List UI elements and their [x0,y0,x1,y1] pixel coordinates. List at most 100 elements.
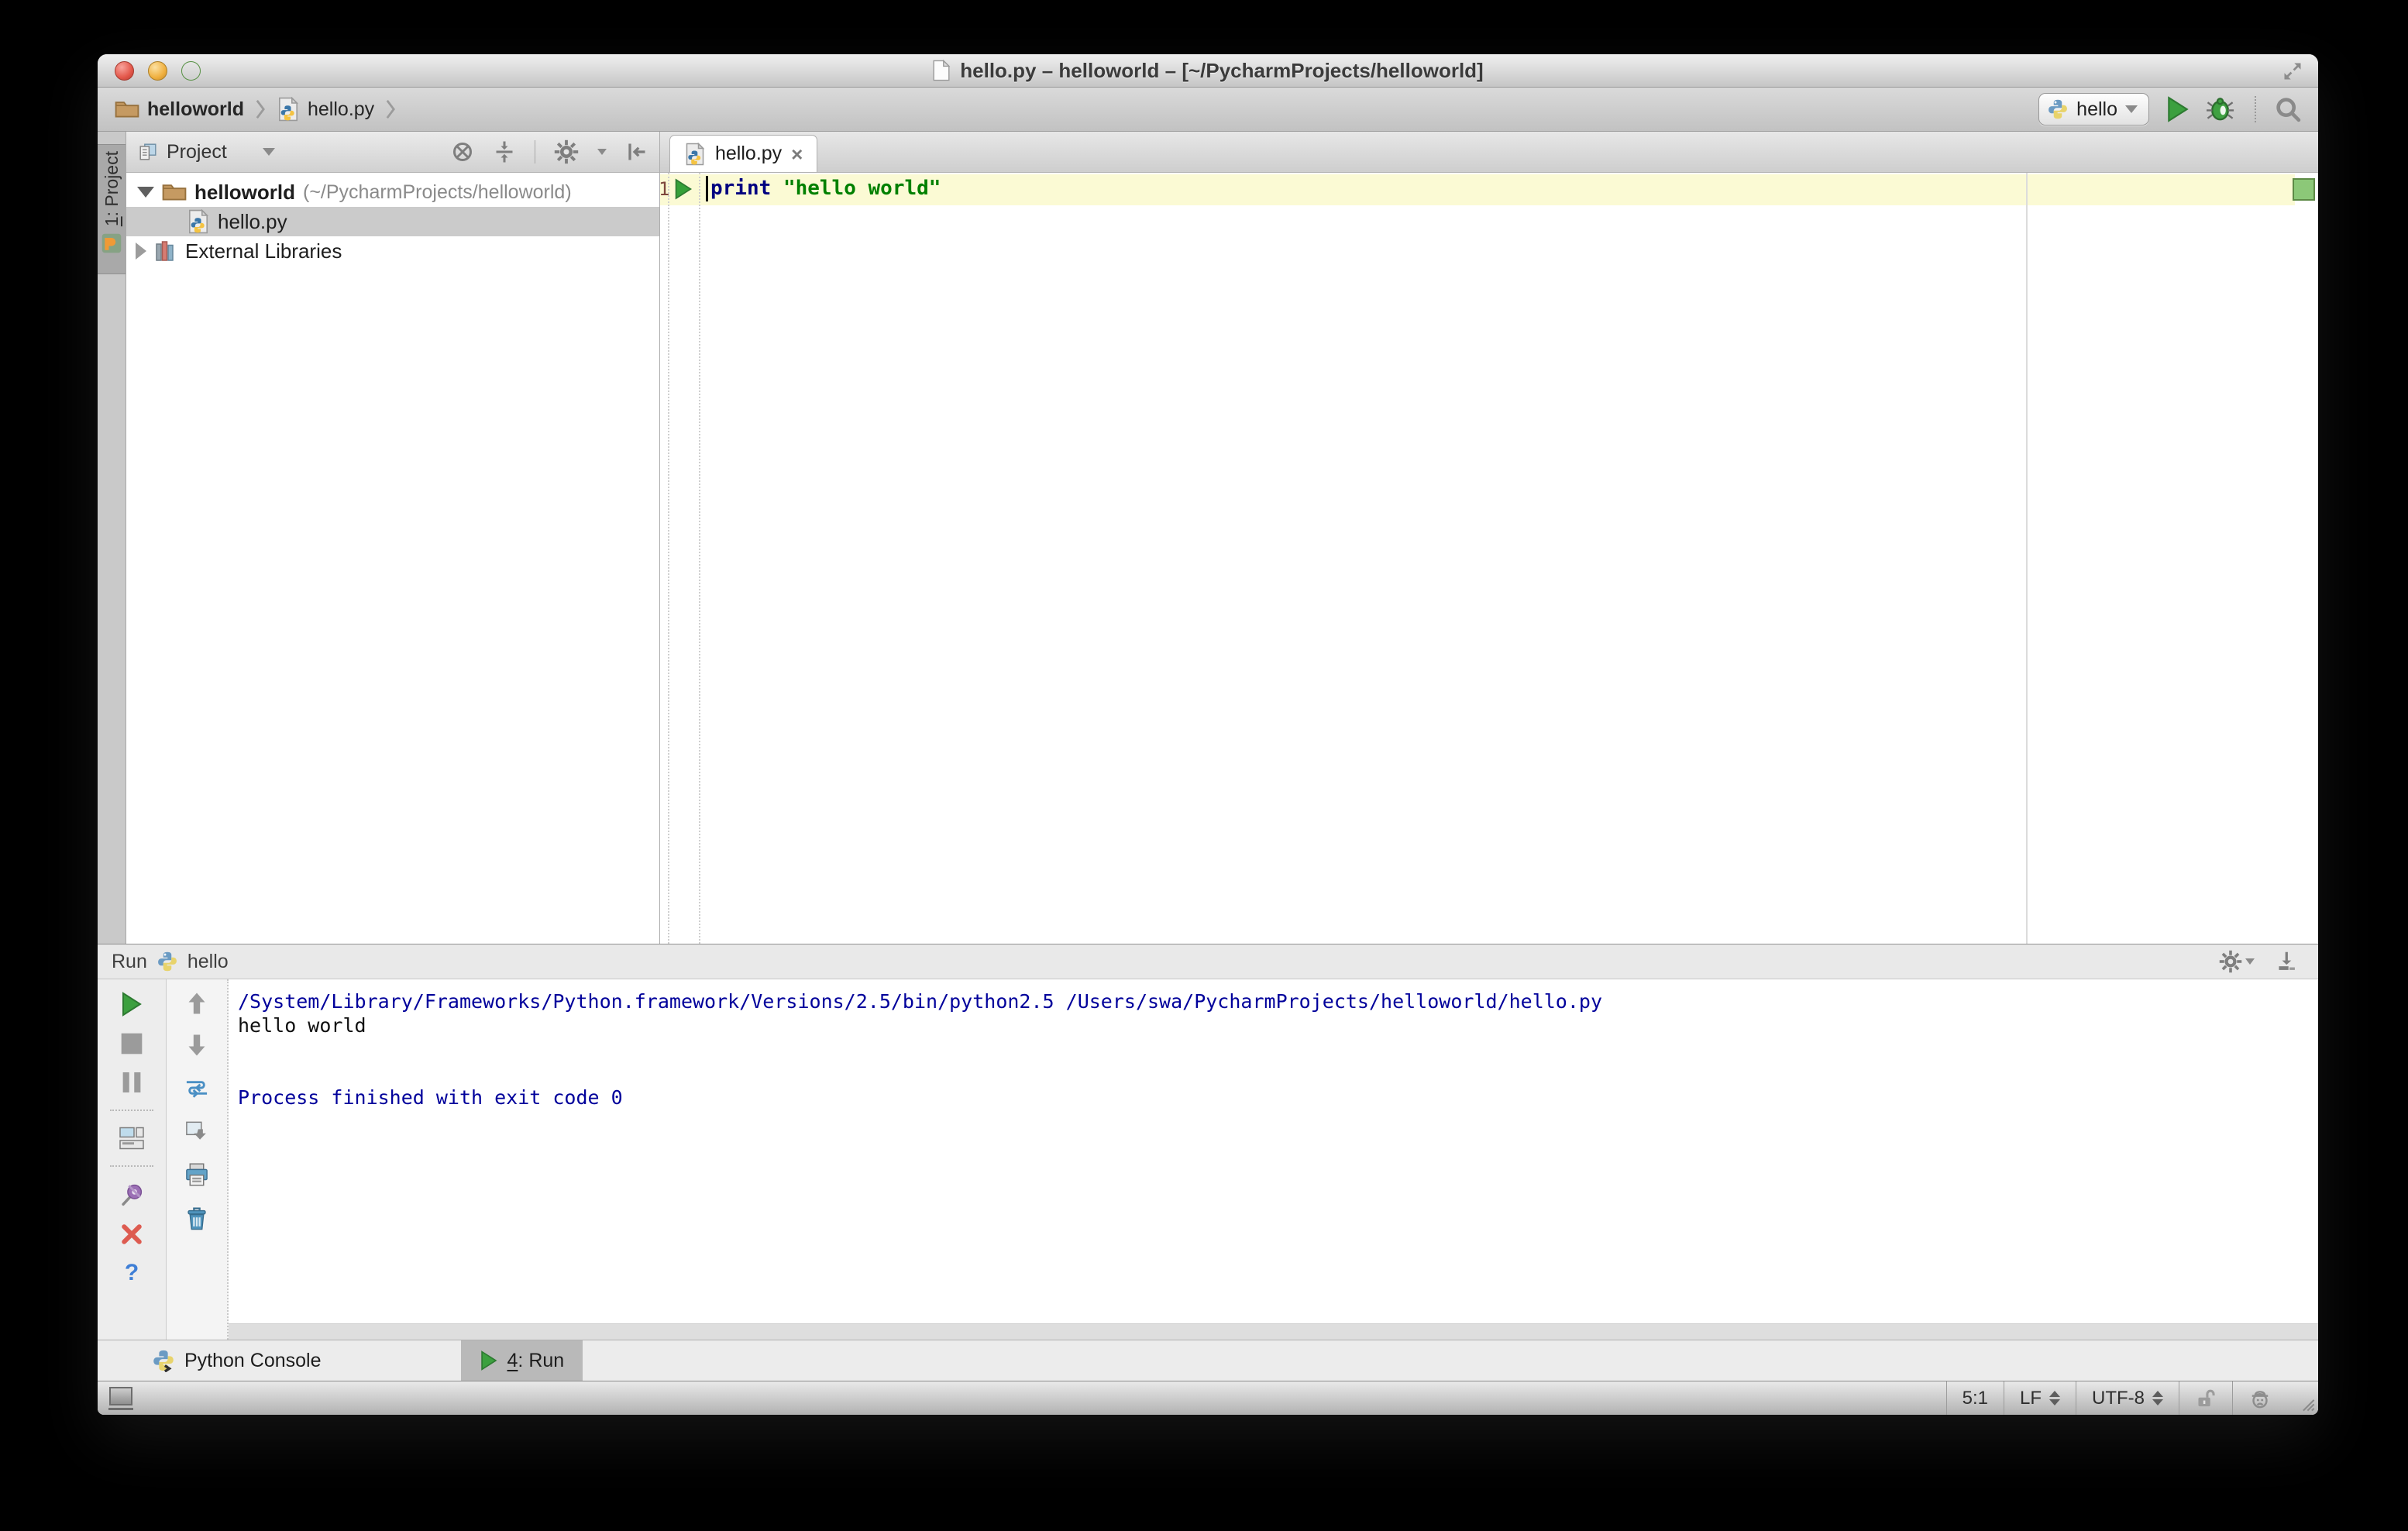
python-console-label: Python Console [184,1349,322,1371]
run-toolbar-primary: ? [98,979,167,1340]
run-panel-body: ? /System/Library/Frameworks/Python.fram… [98,979,2318,1340]
breadcrumb-file[interactable]: hello.py [308,98,374,121]
stop-button[interactable] [120,1032,143,1055]
run-tab-play-icon [480,1350,498,1371]
stripe-button-label: 1: Project [101,151,122,227]
clear-all-icon[interactable] [185,1206,208,1230]
rerun-button[interactable] [120,992,143,1017]
tree-node-path: (~/PycharmProjects/helloworld) [303,181,572,203]
down-stack-trace-icon[interactable] [187,1034,207,1057]
desktop-background: hello.py – helloworld – [~/PycharmProjec… [0,0,2408,1531]
pause-output-button[interactable] [122,1071,142,1094]
restore-layout-button[interactable] [119,1127,145,1150]
python-file-icon [684,142,706,166]
run-tool-window-button[interactable]: 4: Run [460,1340,583,1381]
window-title: hello.py – helloworld – [~/PycharmProjec… [960,58,1484,82]
help-icon[interactable]: ? [125,1261,139,1285]
chevron-separator-icon [385,98,396,121]
main-content-row: 1: Project Project helloworld (~/Pycharm… [98,132,2318,944]
tab-hello-py[interactable]: hello.py × [669,135,818,172]
python-file-icon [277,96,300,122]
gutter-divider [699,173,700,944]
run-panel-header-toolbar [2219,950,2304,973]
traffic-lights [115,54,201,87]
toolbar-separator [110,1110,153,1111]
python-logo-icon [157,951,178,972]
breadcrumb: helloworld hello.py [115,96,399,122]
chevron-down-icon[interactable] [262,148,275,156]
run-config-name: hello [187,950,229,972]
collapse-all-icon[interactable] [493,140,516,163]
python-logo-icon [2047,98,2069,120]
window-expand-icon[interactable] [2281,60,2304,83]
right-margin-guide [2026,173,2028,944]
inspection-status-indicator[interactable] [2293,178,2315,201]
run-configuration-name: hello [2076,98,2117,120]
python-console-button[interactable]: Python Console [133,1340,340,1381]
close-tab-icon[interactable]: × [791,144,803,164]
hide-panel-icon[interactable] [625,140,648,163]
horizontal-scrollbar[interactable] [229,1323,2318,1340]
libraries-icon [154,239,177,263]
code-editor[interactable]: 1 print "hello world" [659,173,2318,944]
lock-widget[interactable] [2179,1381,2232,1415]
run-tool-window: Run hello ? /System/Library/Frameworks/P… [98,944,2318,1340]
window-title-group: hello.py – helloworld – [~/PycharmProjec… [932,58,1484,83]
title-bar[interactable]: hello.py – helloworld – [~/PycharmProjec… [98,54,2318,88]
run-gutter-icon[interactable] [674,178,693,200]
navigation-bar: helloworld hello.py hello [98,88,2318,132]
hector-inspector-icon [2248,1387,2272,1410]
tree-row-project-root[interactable]: helloworld (~/PycharmProjects/helloworld… [126,177,659,207]
console-line: Process finished with exit code 0 [238,1086,623,1109]
toggle-tool-buttons-icon[interactable] [108,1386,133,1410]
collapse-node-icon[interactable] [137,187,154,198]
search-icon[interactable] [2275,96,2301,122]
chevron-separator-icon [255,98,266,121]
encoding-widget[interactable]: UTF-8 [2076,1381,2179,1415]
run-configuration-select[interactable]: hello [2038,93,2149,126]
pycharm-logo-icon [101,232,122,254]
minimize-window-button[interactable] [148,60,167,81]
pycharm-window: hello.py – helloworld – [~/PycharmProjec… [98,54,2318,1415]
console-line: /System/Library/Frameworks/Python.framew… [238,990,1602,1013]
project-tool-window: Project helloworld (~/PycharmProjects/he… [126,132,660,944]
run-console-output[interactable]: /System/Library/Frameworks/Python.framew… [229,979,2318,1340]
run-button[interactable] [2166,96,2190,122]
unlock-icon [2195,1388,2217,1409]
breadcrumb-project[interactable]: helloworld [147,98,244,121]
line-ending-widget[interactable]: LF [2003,1381,2076,1415]
resize-grip[interactable] [2287,1381,2318,1415]
spinner-icon [2152,1391,2163,1405]
expand-node-icon[interactable] [136,243,146,260]
line-number: 1 [659,178,670,200]
tree-node-label: External Libraries [185,239,342,263]
gutter-divider [668,173,669,944]
tab-label: hello.py [715,143,783,164]
tool-window-stripe-left: 1: Project [98,132,126,944]
settings-gear-icon[interactable] [554,139,579,164]
status-bar-widgets: 5:1 LF UTF-8 [1945,1381,2318,1415]
close-console-button[interactable] [120,1223,143,1246]
tree-row-hello-py[interactable]: hello.py [126,207,659,236]
locate-icon[interactable] [451,140,474,163]
stripe-button-project[interactable]: 1: Project [98,144,126,274]
chevron-down-icon [2125,105,2138,113]
project-tree: helloworld (~/PycharmProjects/helloworld… [126,173,659,944]
print-icon[interactable] [184,1162,209,1187]
up-stack-trace-icon[interactable] [187,992,207,1015]
inspections-widget[interactable] [2232,1381,2287,1415]
scroll-to-end-icon[interactable] [184,1119,209,1144]
close-window-button[interactable] [115,60,134,81]
caret-position-widget[interactable]: 5:1 [1945,1381,2004,1415]
tree-node-label: helloworld [194,180,295,204]
hide-panel-down-icon[interactable] [2275,950,2298,973]
tree-row-external-libraries[interactable]: External Libraries [126,236,659,266]
pin-tab-button[interactable] [119,1182,144,1207]
run-toolbar-secondary [167,979,229,1340]
settings-gear-icon[interactable] [2219,950,2242,973]
zoom-window-button[interactable] [181,60,201,81]
debug-button[interactable] [2207,96,2236,122]
soft-wrap-icon[interactable] [184,1075,209,1100]
project-panel-title[interactable]: Project [167,141,227,163]
